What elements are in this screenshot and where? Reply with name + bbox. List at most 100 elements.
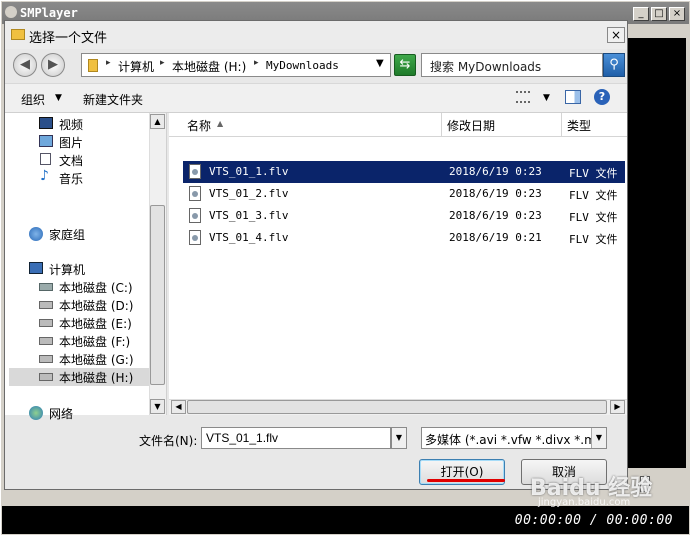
preview-pane-icon[interactable] [565,90,581,104]
file-list-header: 名称 ▲ 修改日期 类型 [169,113,627,137]
chevron-down-icon[interactable]: ▼ [543,93,550,103]
nav-item-label: 本地磁盘 (D:) [59,299,134,313]
file-row[interactable]: VTS_01_4.flv 2018/6/19 0:21 FLV 文件 [183,227,625,249]
help-icon[interactable]: ? [594,89,610,105]
close-button[interactable]: × [669,7,685,21]
filetype-select[interactable]: 多媒体 (*.avi *.vfw *.divx *.mp [421,427,607,449]
scroll-thumb[interactable] [150,205,165,385]
file-name: VTS_01_1.flv [209,165,289,178]
status-bar: 00:00:00 / 00:00:00 [2,506,689,534]
search-input[interactable]: 搜索 MyDownloads [421,53,603,77]
nav-item-label: 本地磁盘 (E:) [59,317,132,331]
drive-icon [39,283,53,291]
music-icon: ♪ [40,168,49,184]
time-display: 00:00:00 / 00:00:00 [514,513,673,528]
folder-icon [88,59,98,72]
picture-icon [39,135,53,147]
computer-icon [29,262,43,274]
nav-item-label: 计算机 [49,263,86,277]
file-row[interactable]: VTS_01_1.flv 2018/6/19 0:23 FLV 文件 [183,161,625,183]
network-icon [29,406,43,420]
file-list: 名称 ▲ 修改日期 类型 VTS_01_1.flv 2018/6/19 0:23… [169,113,627,415]
view-options-icon[interactable] [516,91,530,103]
file-row[interactable]: VTS_01_2.flv 2018/6/19 0:23 FLV 文件 [183,183,625,205]
flv-file-icon [189,230,201,245]
dialog-close-button[interactable]: × [607,27,625,43]
smplayer-logo-icon [5,6,17,18]
filename-input[interactable]: VTS_01_1.flv [201,427,391,449]
dialog-titlebar[interactable]: 选择一个文件 × [5,21,627,49]
chevron-right-icon[interactable]: ▸ [160,58,165,68]
scroll-left-button[interactable]: ◀ [171,400,186,414]
file-name: VTS_01_2.flv [209,187,289,200]
open-file-dialog: 选择一个文件 × ◀ ▶ ▸ 计算机 ▸ 本地磁盘 (H:) ▸ MyDownl… [4,20,628,490]
homegroup-icon [29,227,43,241]
address-bar[interactable]: ▸ 计算机 ▸ 本地磁盘 (H:) ▸ MyDownloads ▼ [81,53,391,77]
chevron-right-icon[interactable]: ▸ [106,58,111,68]
nav-item-label: 本地磁盘 (C:) [59,281,133,295]
scroll-right-button[interactable]: ▶ [610,400,625,414]
search-button[interactable]: ⚲ [603,53,625,77]
toolbar: 组织 ▼ 新建文件夹 ▼ ? [5,83,627,113]
search-icon: ⚲ [609,57,619,72]
drive-icon [39,373,53,381]
file-modified: 2018/6/19 0:23 [449,165,542,178]
file-type: FLV 文件 [569,167,618,180]
document-icon [40,153,51,165]
chevron-down-icon[interactable]: ▼ [55,93,62,103]
column-name[interactable]: 名称 [187,117,211,134]
column-type[interactable]: 类型 [567,117,591,134]
chevron-right-icon[interactable]: ▸ [254,58,259,68]
nav-item-label: 视频 [59,118,84,132]
file-modified: 2018/6/19 0:21 [449,231,542,244]
drive-icon [39,337,53,345]
annotation-underline [427,479,505,482]
new-folder-button[interactable]: 新建文件夹 [83,91,143,108]
file-modified: 2018/6/19 0:23 [449,209,542,222]
file-name: VTS_01_3.flv [209,209,289,222]
nav-item-label: 家庭组 [49,228,86,242]
file-name: VTS_01_4.flv [209,231,289,244]
file-modified: 2018/6/19 0:23 [449,187,542,200]
nav-item-label: 本地磁盘 (H:) [59,371,134,385]
nav-item-label: 本地磁盘 (F:) [59,335,131,349]
drive-icon [39,319,53,327]
refresh-icon: ⇆ [399,57,411,72]
filename-label: 文件名(N): [139,434,198,448]
flv-file-icon [189,186,201,201]
column-divider[interactable] [441,113,442,137]
navigation-pane: 视频 图片 文档 ♪ 音乐 家庭组 计算机 本地磁盘 (C:) 本地磁盘 (D:… [5,113,167,421]
video-area[interactable] [628,38,686,468]
refresh-button[interactable]: ⇆ [394,54,416,76]
drive-icon [39,301,53,309]
back-button[interactable]: ◀ [13,53,37,77]
forward-button[interactable]: ▶ [41,53,65,77]
flv-file-icon [189,208,201,223]
nav-item-label: 网络 [49,407,74,421]
scroll-up-button[interactable]: ▲ [150,114,165,129]
search-placeholder: 搜索 MyDownloads [430,60,542,74]
scroll-down-button[interactable]: ▼ [150,399,165,414]
column-modified[interactable]: 修改日期 [447,117,495,134]
file-row[interactable]: VTS_01_3.flv 2018/6/19 0:23 FLV 文件 [183,205,625,227]
filename-dropdown-button[interactable]: ▼ [391,427,407,449]
organize-menu[interactable]: 组织 [21,91,45,108]
file-type: FLV 文件 [569,233,618,246]
nav-item-label: 图片 [59,136,84,150]
scroll-thumb[interactable] [187,400,607,414]
column-divider[interactable] [561,113,562,137]
breadcrumb-mydownloads[interactable]: MyDownloads [266,59,339,72]
sort-ascending-icon: ▲ [217,119,224,128]
flv-file-icon [189,164,201,179]
breadcrumb-computer[interactable]: 计算机 [118,58,154,75]
breadcrumb-drive-h[interactable]: 本地磁盘 (H:) [172,58,246,75]
nav-item-label: 本地磁盘 (G:) [59,353,134,367]
filetype-dropdown-button[interactable]: ▼ [591,428,606,448]
chevron-down-icon[interactable]: ▼ [376,58,384,69]
folder-icon [11,29,25,40]
maximize-button[interactable]: □ [651,7,667,21]
dialog-title: 选择一个文件 [29,31,108,46]
minimize-button[interactable]: _ [633,7,649,21]
watermark-site: jingyan.baidu.com [538,497,631,508]
video-icon [39,117,53,129]
